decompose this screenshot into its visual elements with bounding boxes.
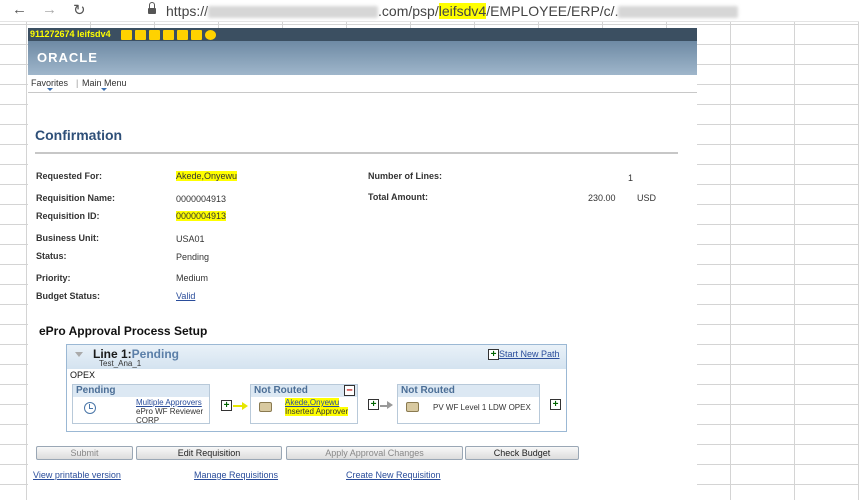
stage3-role: PV WF Level 1 LDW OPEX	[433, 403, 531, 412]
forward-arrow-icon[interactable]: →	[42, 1, 57, 18]
priority-value: Medium	[176, 273, 209, 283]
approval-section-title: ePro Approval Process Setup	[39, 324, 208, 338]
check-budget-button[interactable]: Check Budget	[465, 446, 579, 460]
number-of-lines-value: 1	[628, 173, 634, 183]
approver-name-link[interactable]: Akede,Onyewu	[285, 398, 340, 407]
collapse-icon[interactable]	[75, 352, 83, 361]
lock-icon	[148, 2, 156, 14]
wrench-icon[interactable]	[149, 29, 161, 40]
opex-label: OPEX	[70, 370, 96, 380]
stage-not-routed-1-head: Not Routed –	[251, 385, 357, 397]
url-path: .com/psp/	[378, 3, 439, 19]
approval-line-header: Line 1:Pending Test_Ana_1 + Start New Pat…	[67, 345, 566, 369]
help-icon[interactable]	[205, 29, 217, 40]
redacted-host	[208, 6, 379, 19]
business-unit-label: Business Unit:	[36, 233, 100, 243]
remove-approver-icon[interactable]: –	[344, 385, 355, 396]
url-path-rest: /EMPLOYEE/ERP/c/.	[486, 3, 619, 19]
tools-icon[interactable]	[191, 29, 203, 40]
stage-not-routed-2: Not Routed PV WF Level 1 LDW OPEX	[397, 384, 540, 424]
priority-label: Priority:	[36, 273, 71, 283]
menu-separator: |	[76, 78, 79, 88]
page-icon[interactable]	[163, 29, 175, 40]
search-icon[interactable]	[177, 29, 189, 40]
main-menu[interactable]: Main Menu	[82, 78, 127, 91]
stage1-role: ePro WF Reviewer CORP	[136, 407, 204, 425]
status-label: Status:	[36, 251, 67, 261]
requested-for-value: Akede,Onyewu	[176, 171, 238, 181]
ps-toolbar: 911272674 leifsdv4	[28, 28, 697, 41]
submit-button[interactable]: Submit	[36, 446, 133, 460]
page-title: Confirmation	[35, 127, 123, 143]
add-path-icon[interactable]: +	[488, 349, 499, 361]
number-of-lines-label: Number of Lines:	[368, 171, 443, 181]
create-requisition-link[interactable]: Create New Requisition	[346, 470, 441, 480]
star-icon[interactable]	[121, 29, 133, 40]
requested-for-label: Requested For:	[36, 171, 103, 181]
oracle-banner: ORACLE	[28, 41, 697, 75]
requisition-id-label: Requisition ID:	[36, 211, 100, 221]
url-scheme: https://	[166, 3, 209, 19]
approver-icon	[259, 402, 272, 412]
oracle-logo: ORACLE	[37, 50, 98, 65]
insert-approver-icon-2[interactable]: +	[368, 399, 379, 410]
ps-toolbar-text: 911272674 leifsdv4	[30, 29, 111, 39]
reload-icon[interactable]: ↻	[73, 1, 86, 19]
insert-approver-icon[interactable]: +	[221, 400, 232, 411]
browser-toolbar: ← → ↻ https:// .com/psp/leifsdv4/EMPLOYEE…	[0, 0, 859, 22]
budget-status-link[interactable]: Valid	[176, 291, 195, 301]
apply-approval-changes-button[interactable]: Apply Approval Changes	[286, 446, 463, 460]
manage-requisitions-link[interactable]: Manage Requisitions	[194, 470, 278, 480]
view-printable-link[interactable]: View printable version	[33, 470, 121, 480]
stage-head-text: Not Routed	[254, 385, 308, 396]
url-environment: leifsdv4	[438, 3, 487, 19]
menu-bar: Favorites | Main Menu	[28, 75, 697, 93]
budget-status-label: Budget Status:	[36, 291, 100, 301]
line-subtitle: Test_Ana_1	[99, 359, 142, 368]
total-amount-value: 230.00	[588, 193, 616, 203]
start-new-path[interactable]: + Start New Path	[488, 349, 560, 361]
business-unit-value: USA01	[176, 234, 205, 244]
stage-pending: Pending Multiple Approvers ePro WF Revie…	[72, 384, 210, 425]
multiple-approvers-link[interactable]: Multiple Approvers	[136, 398, 202, 407]
total-amount-label: Total Amount:	[368, 192, 428, 202]
approver-icon-2	[406, 402, 419, 412]
currency-value: USD	[637, 193, 657, 203]
redacted-path	[618, 6, 739, 19]
flow-arrow-head-2	[387, 401, 397, 409]
start-new-path-link[interactable]: Start New Path	[499, 349, 560, 359]
folder-icon[interactable]	[135, 29, 147, 40]
requisition-name-value: 0000004913	[176, 194, 227, 204]
stage-not-routed-1: Not Routed – Akede,Onyewu Inserted Approv…	[250, 384, 358, 424]
requisition-id-value: 0000004913	[176, 211, 227, 221]
clock-icon	[84, 402, 96, 414]
insert-approver-icon-3[interactable]: +	[550, 399, 561, 410]
stage-not-routed-2-head: Not Routed	[398, 385, 539, 397]
edit-requisition-button[interactable]: Edit Requisition	[136, 446, 282, 460]
requisition-name-label: Requisition Name:	[36, 193, 116, 203]
favorites-menu[interactable]: Favorites	[31, 78, 68, 91]
inserted-approver-label: Inserted Approver	[285, 407, 349, 416]
back-arrow-icon[interactable]: ←	[12, 1, 27, 18]
status-value: Pending	[176, 252, 210, 262]
title-divider	[35, 152, 678, 154]
address-bar[interactable]: https:// .com/psp/leifsdv4/EMPLOYEE/ERP/c…	[166, 3, 739, 19]
stage-pending-head: Pending	[73, 385, 209, 397]
